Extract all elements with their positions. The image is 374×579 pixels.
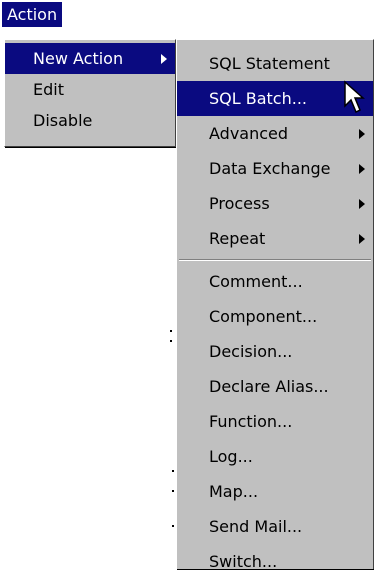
menu-item-map[interactable]: Map... — [177, 474, 373, 509]
submenu-arrow-icon — [359, 198, 365, 209]
menu-item-label: SQL Batch... — [209, 89, 307, 108]
mouse-pointer-icon — [344, 80, 365, 114]
menu-item-label: Declare Alias... — [209, 377, 329, 396]
menu-item-label: Log... — [209, 447, 253, 466]
menu-item-switch[interactable]: Switch... — [177, 544, 373, 579]
menu-item-new-action[interactable]: New Action — [5, 43, 175, 74]
menu-item-function[interactable]: Function... — [177, 404, 373, 439]
menu-item-label: Decision... — [209, 342, 293, 361]
menu-item-label: Switch... — [209, 552, 278, 571]
menu-item-label: SQL Statement — [209, 54, 330, 73]
new-action-submenu: SQL Statement SQL Batch... Advanced Data… — [176, 39, 374, 571]
menu-item-component[interactable]: Component... — [177, 299, 373, 334]
submenu-arrow-icon — [161, 53, 167, 64]
action-menu-label: Action — [7, 5, 58, 24]
menu-item-label: Data Exchange — [209, 159, 331, 178]
menu-item-disable[interactable]: Disable — [5, 105, 175, 136]
menu-item-process[interactable]: Process — [177, 186, 373, 221]
menu-item-label: Repeat — [209, 229, 266, 248]
menu-item-sql-statement[interactable]: SQL Statement — [177, 46, 373, 81]
submenu-arrow-icon — [359, 128, 365, 139]
menu-item-label: Advanced — [209, 124, 289, 143]
menu-separator — [179, 259, 371, 261]
menu-item-log[interactable]: Log... — [177, 439, 373, 474]
menu-item-label: Map... — [209, 482, 259, 501]
menu-item-declare-alias[interactable]: Declare Alias... — [177, 369, 373, 404]
menu-item-label: Disable — [33, 111, 93, 130]
menu-item-label: Comment... — [209, 272, 303, 291]
menu-item-label: Process — [209, 194, 270, 213]
menu-item-label: Component... — [209, 307, 318, 326]
menu-item-advanced[interactable]: Advanced — [177, 116, 373, 151]
action-menu-title[interactable]: Action — [2, 2, 63, 27]
menu-item-comment[interactable]: Comment... — [177, 264, 373, 299]
menu-item-label: Function... — [209, 412, 293, 431]
menu-item-send-mail[interactable]: Send Mail... — [177, 509, 373, 544]
submenu-arrow-icon — [359, 163, 365, 174]
menu-item-edit[interactable]: Edit — [5, 74, 175, 105]
action-menu-dropdown: New Action Edit Disable — [4, 39, 176, 147]
menu-item-data-exchange[interactable]: Data Exchange — [177, 151, 373, 186]
menu-item-decision[interactable]: Decision... — [177, 334, 373, 369]
menu-item-label: New Action — [33, 49, 124, 68]
menu-item-label: Edit — [33, 80, 64, 99]
menu-item-repeat[interactable]: Repeat — [177, 221, 373, 256]
submenu-arrow-icon — [359, 233, 365, 244]
menu-item-label: Send Mail... — [209, 517, 303, 536]
